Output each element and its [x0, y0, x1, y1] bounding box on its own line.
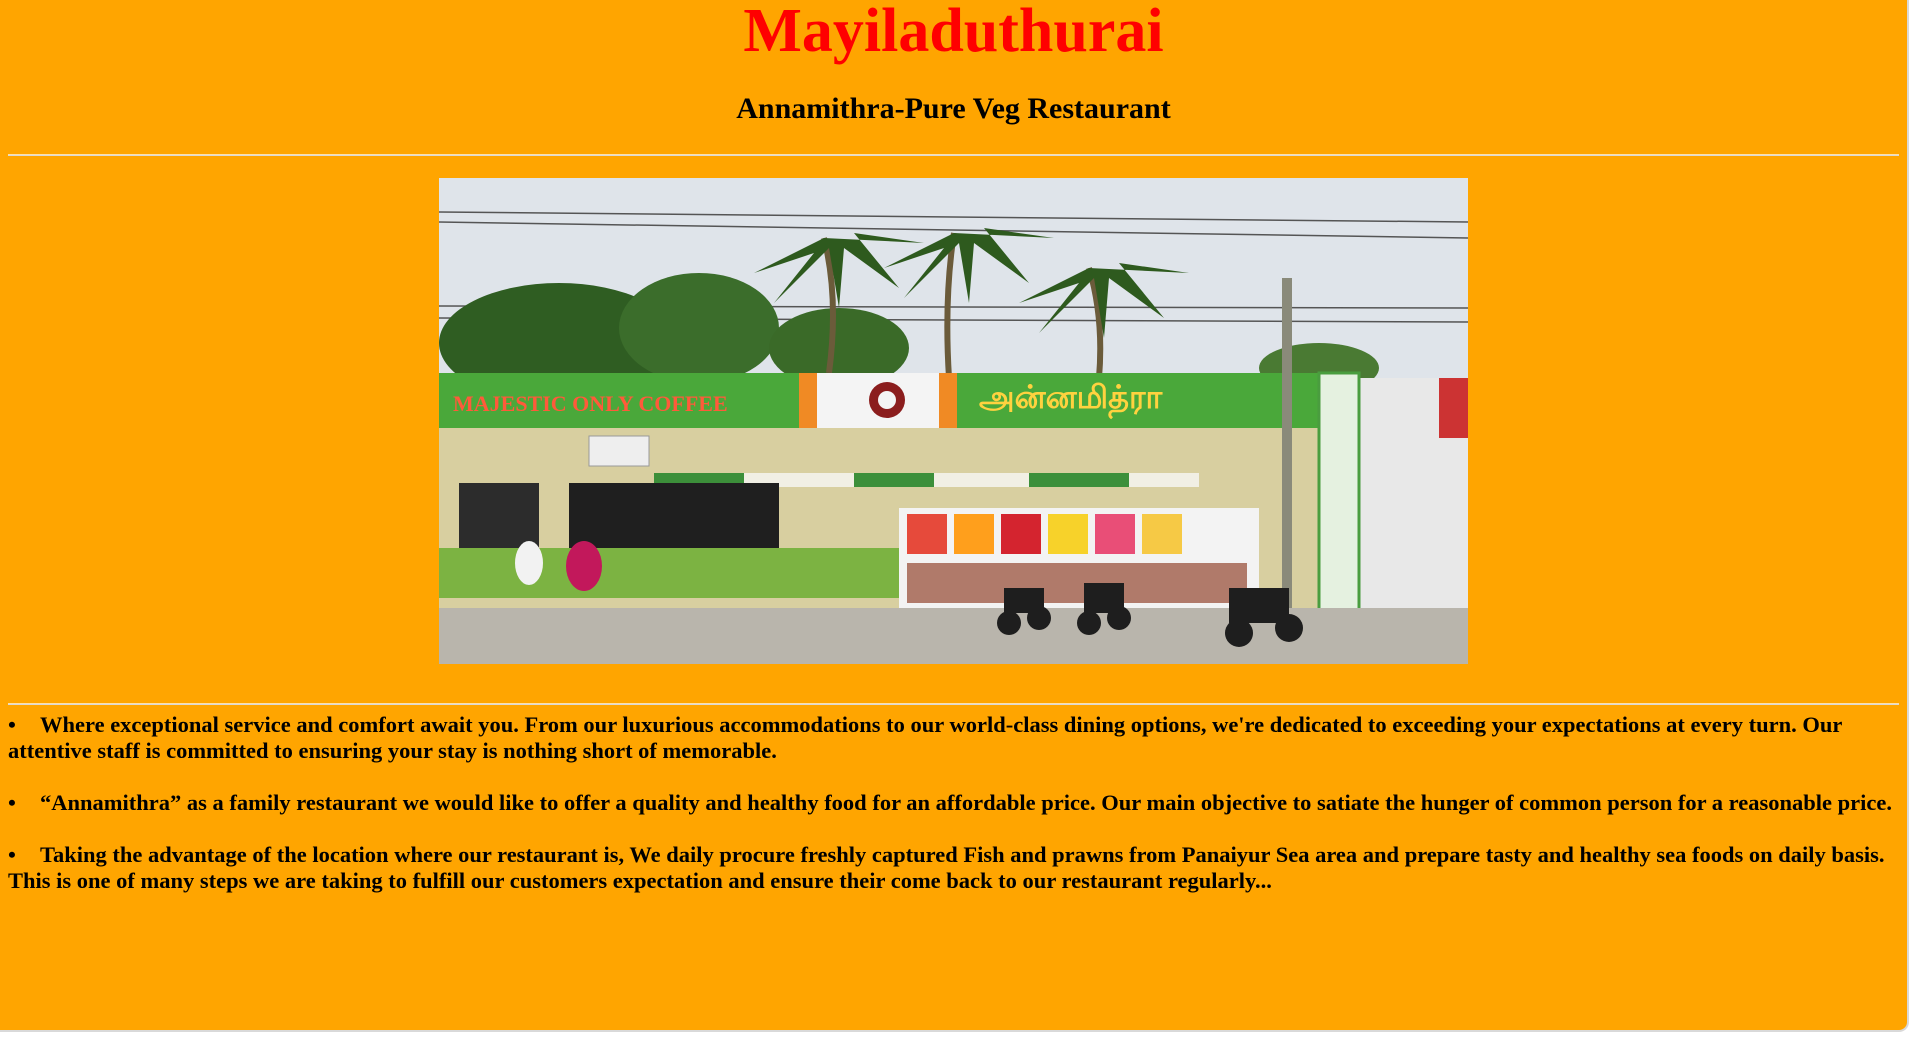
- sign-left-text: MAJESTIC ONLY COFFEE: [453, 391, 728, 416]
- feature-text: “Annamithra” as a family restaurant we w…: [40, 790, 1892, 815]
- sign-right-text: அன்னமித்ரா: [979, 378, 1164, 419]
- feature-item: • Where exceptional service and comfort a…: [8, 712, 1898, 764]
- bullet-icon: •: [8, 842, 16, 867]
- feature-item: • “Annamithra” as a family restaurant we …: [8, 790, 1898, 816]
- bottom-divider: [8, 703, 1899, 705]
- feature-list: • Where exceptional service and comfort a…: [8, 712, 1898, 920]
- feature-text: Where exceptional service and comfort aw…: [8, 712, 1842, 763]
- bullet-icon: •: [8, 712, 16, 737]
- bullet-icon: •: [8, 790, 16, 815]
- feature-item: • Taking the advantage of the location wh…: [8, 842, 1898, 894]
- page-title: Mayiladuthurai: [743, 0, 1164, 65]
- feature-text: Taking the advantage of the location whe…: [8, 842, 1885, 893]
- restaurant-name: Annamithra-Pure Veg Restaurant: [736, 92, 1171, 125]
- top-divider: [8, 154, 1899, 156]
- restaurant-storefront-image: MAJESTIC ONLY COFFEE அன்னமித்ரா: [439, 178, 1468, 664]
- page-background: Mayiladuthurai Annamithra-Pure Veg Resta…: [0, 0, 1909, 1032]
